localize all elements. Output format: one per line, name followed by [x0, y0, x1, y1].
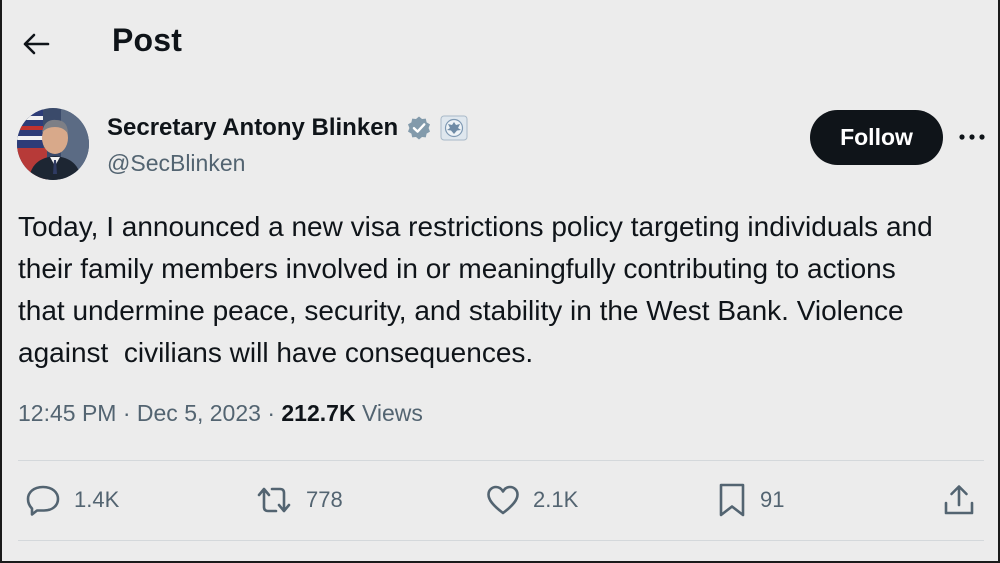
- author-handle[interactable]: @SecBlinken: [107, 150, 245, 177]
- divider: [18, 460, 984, 461]
- author-name[interactable]: Secretary Antony Blinken: [107, 114, 468, 142]
- divider: [18, 540, 984, 541]
- state-department-seal-icon[interactable]: [440, 115, 468, 141]
- share-button[interactable]: [942, 470, 976, 530]
- views-label: Views: [361, 400, 423, 426]
- like-button[interactable]: 2.1K: [485, 470, 578, 530]
- back-button[interactable]: [14, 24, 58, 64]
- bookmark-count: 91: [760, 487, 785, 512]
- meta-separator: ·: [122, 400, 131, 426]
- action-bar: 1.4K 778 2.1K 91: [2, 470, 998, 530]
- post-meta: 12:45 PM · Dec 5, 2023 · 212.7K Views: [18, 400, 423, 427]
- repost-button[interactable]: 778: [254, 470, 343, 530]
- verified-badge-icon[interactable]: [406, 115, 432, 141]
- reply-icon: [24, 483, 62, 517]
- reply-count: 1.4K: [74, 487, 120, 512]
- page-title: Post: [112, 22, 183, 58]
- more-options-button[interactable]: [952, 120, 992, 154]
- bookmark-icon: [716, 482, 748, 518]
- repost-icon: [254, 483, 294, 517]
- heart-icon: [485, 483, 521, 517]
- follow-button[interactable]: Follow: [810, 110, 943, 165]
- post-text: Today, I announced a new visa restrictio…: [18, 211, 933, 368]
- post-screen: Post Secretary Antony Blinken @SecBlinke…: [2, 0, 998, 561]
- post-date[interactable]: Dec 5, 2023: [137, 400, 261, 426]
- header-bar: Post: [2, 0, 998, 88]
- like-count: 2.1K: [533, 487, 579, 512]
- avatar[interactable]: [17, 108, 89, 180]
- post-time[interactable]: 12:45 PM: [18, 400, 116, 426]
- reply-button[interactable]: 1.4K: [24, 470, 119, 530]
- share-icon: [942, 483, 976, 517]
- bookmark-button[interactable]: 91: [716, 470, 784, 530]
- meta-separator: ·: [267, 400, 275, 426]
- arrow-left-icon: [22, 32, 50, 56]
- author-name-text: Secretary Antony Blinken: [107, 114, 399, 141]
- repost-count: 778: [306, 487, 343, 512]
- more-horizontal-icon: [958, 133, 986, 141]
- views-count: 212.7K: [281, 400, 356, 426]
